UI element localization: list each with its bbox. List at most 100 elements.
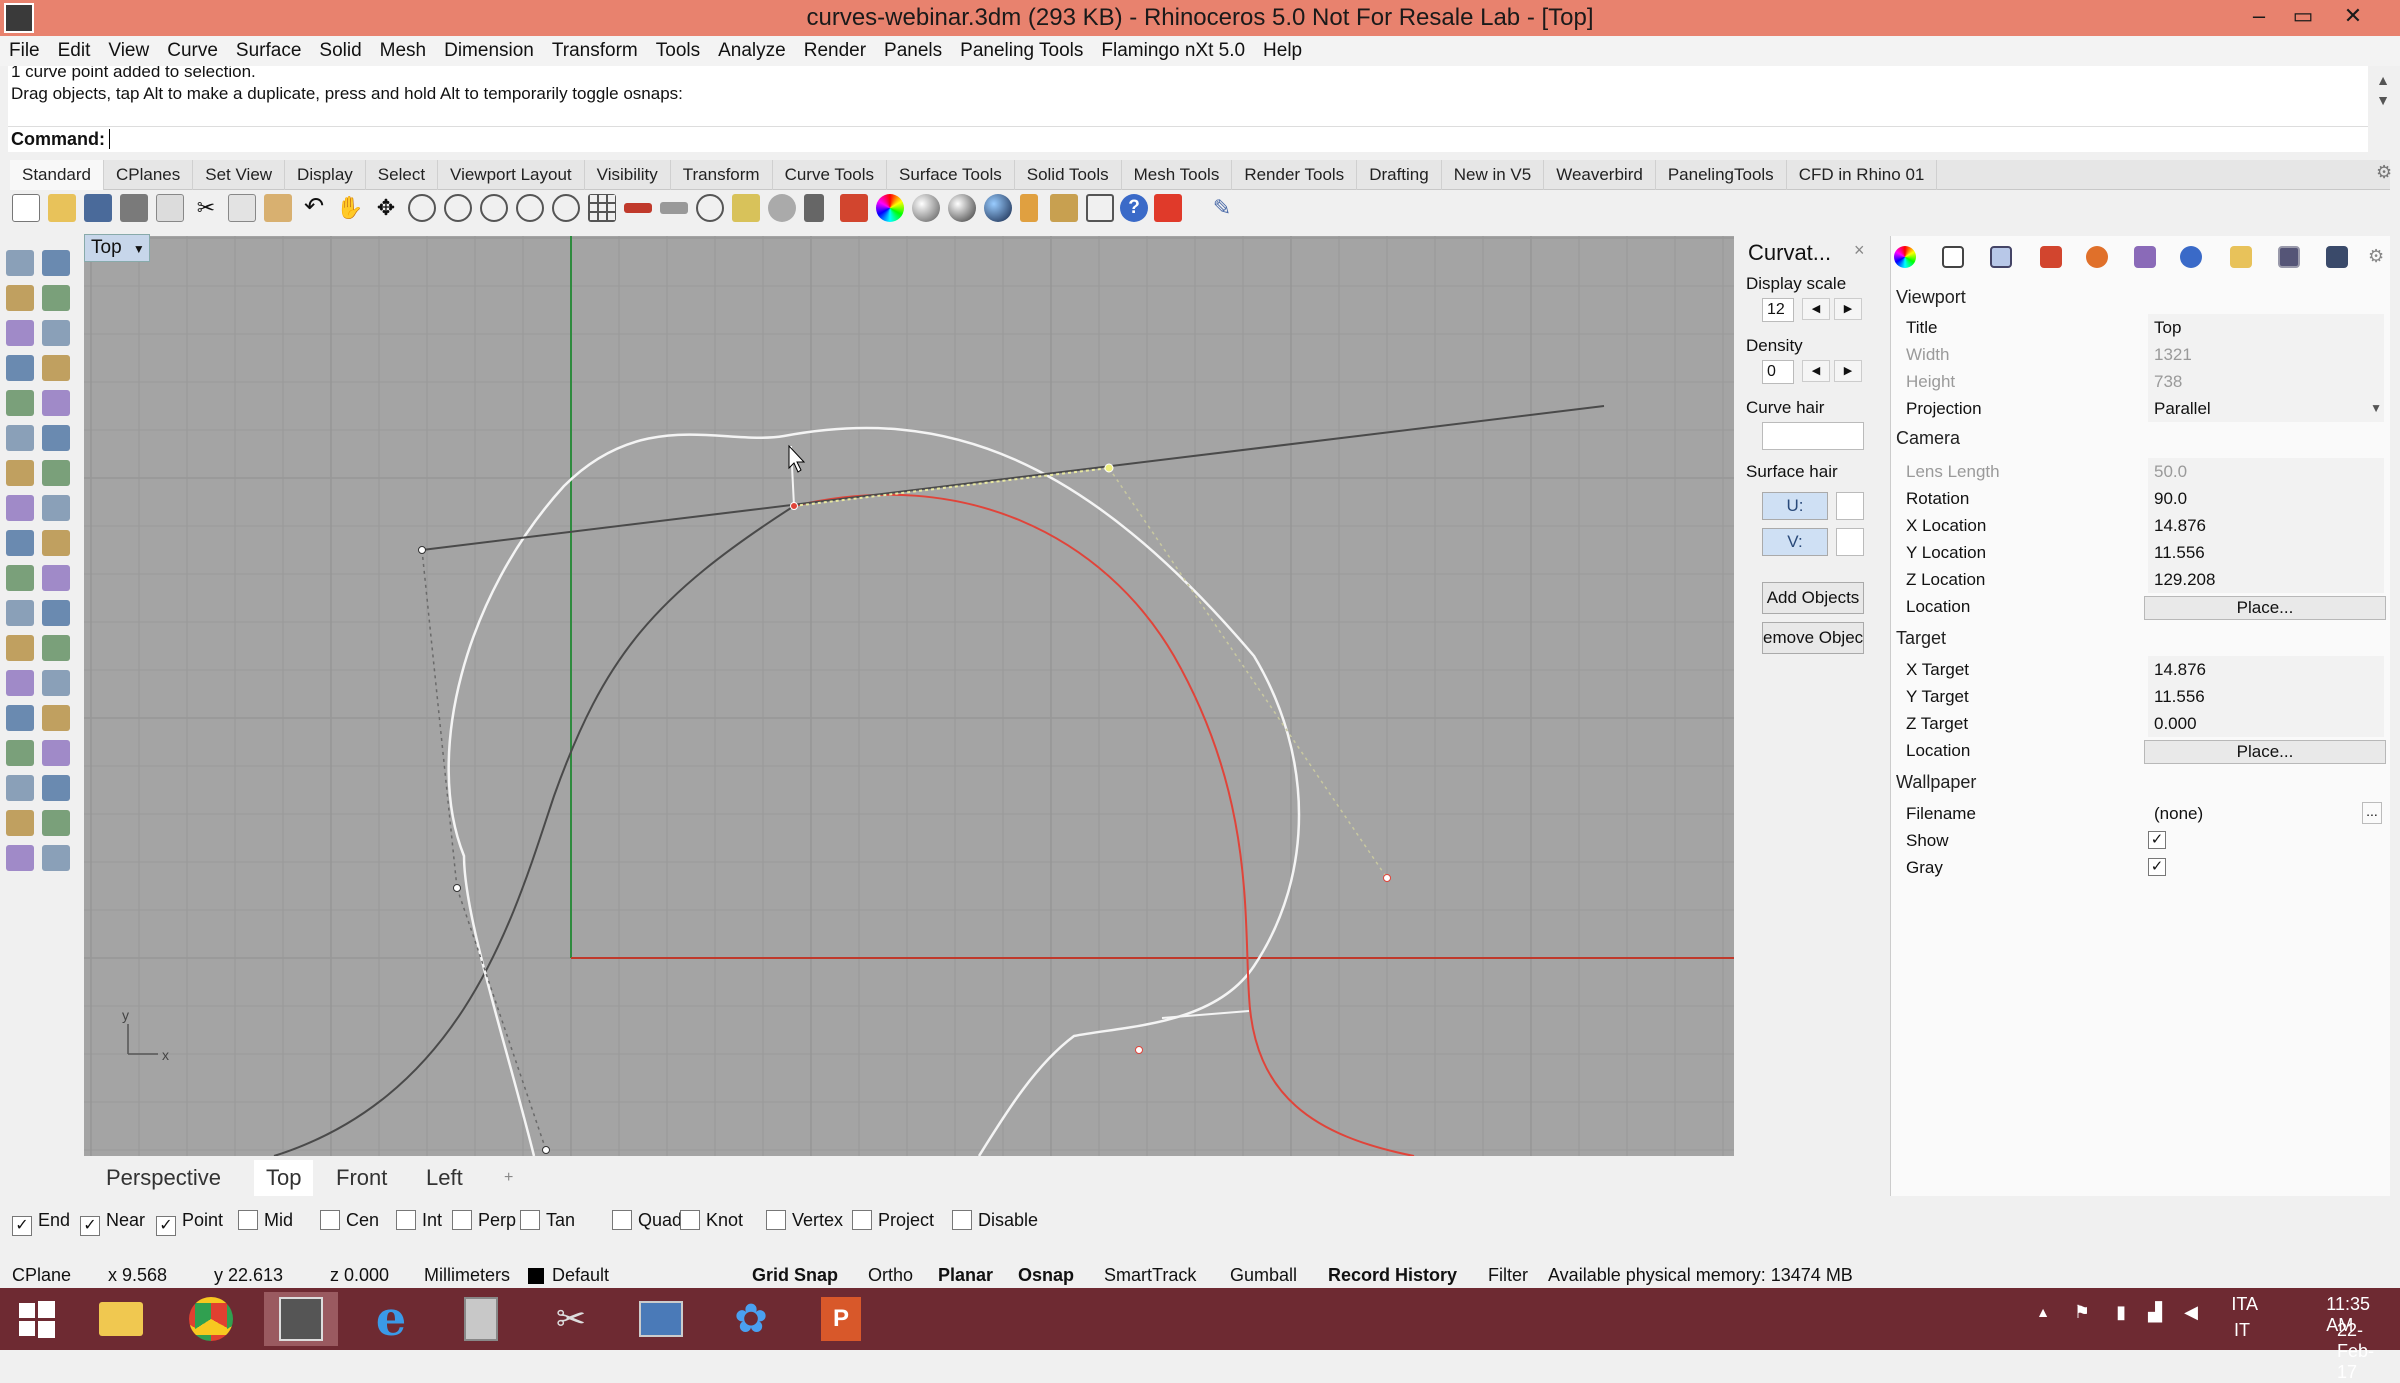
cplane-icon[interactable] [696, 194, 724, 222]
named-views-icon[interactable] [1990, 246, 2012, 268]
stop-icon[interactable] [1154, 194, 1182, 222]
remove-objects-button[interactable]: emove Objec [1762, 622, 1864, 654]
v-hair-swatch[interactable] [1836, 528, 1864, 556]
calculator-icon[interactable] [444, 1292, 518, 1346]
cplane-label[interactable]: CPlane [12, 1262, 71, 1288]
print-icon[interactable] [120, 194, 148, 222]
tool-icon[interactable] [6, 740, 34, 766]
tool-icon[interactable] [42, 565, 70, 591]
close-button[interactable]: ✕ [2330, 0, 2376, 32]
select-all-icon[interactable] [660, 202, 688, 214]
v-hair-button[interactable]: V: [1762, 528, 1828, 556]
battery-icon[interactable]: ▮ [2116, 1302, 2126, 1323]
gear-options-icon[interactable] [1050, 194, 1078, 222]
file-explorer-icon[interactable] [84, 1292, 158, 1346]
undo-view-icon[interactable] [552, 194, 580, 222]
tool-icon[interactable] [6, 845, 34, 871]
paste-icon[interactable] [264, 194, 292, 222]
osnap-checkbox[interactable] [452, 1210, 472, 1230]
tab-mesh-tools[interactable]: Mesh Tools [1122, 160, 1233, 190]
menu-curve[interactable]: Curve [158, 36, 227, 66]
tool-icon[interactable] [42, 460, 70, 486]
tab-select[interactable]: Select [366, 160, 439, 190]
target-place-button[interactable]: Place... [2144, 740, 2386, 764]
tool-icon[interactable] [42, 670, 70, 696]
tool-icon[interactable] [6, 250, 34, 276]
zoom-extents-icon[interactable] [480, 194, 508, 222]
menu-file[interactable]: File [0, 36, 49, 66]
display-icon[interactable] [2326, 246, 2348, 268]
osnap-checkbox[interactable] [852, 1210, 872, 1230]
language-indicator[interactable]: ITA [2231, 1294, 2258, 1315]
tool-icon[interactable] [42, 390, 70, 416]
new-file-icon[interactable] [12, 194, 40, 222]
snipping-tool-icon[interactable]: ✂ [534, 1292, 608, 1346]
tab-render-tools[interactable]: Render Tools [1232, 160, 1358, 190]
tool-icon[interactable] [6, 320, 34, 346]
menu-paneling-tools[interactable]: Paneling Tools [951, 36, 1092, 66]
tab-cplanes[interactable]: CPlanes [104, 160, 194, 190]
materials-icon[interactable] [2040, 246, 2062, 268]
menu-help[interactable]: Help [1254, 36, 1311, 66]
close-icon[interactable]: × [1854, 240, 1865, 261]
grid-icon[interactable] [588, 194, 616, 222]
osnap-checkbox[interactable] [766, 1210, 786, 1230]
rendered-icon[interactable] [948, 194, 976, 222]
osnap-mid[interactable]: Mid [238, 1209, 293, 1231]
tool-icon[interactable] [42, 845, 70, 871]
prop-yloc-row[interactable]: Y Location 11.556 [1896, 539, 2386, 566]
network-icon[interactable]: ▟ [2148, 1302, 2162, 1323]
osnap-checkbox[interactable] [238, 1210, 258, 1230]
planar-toggle[interactable]: Planar [938, 1262, 993, 1288]
osnap-checkbox[interactable]: ✓ [12, 1216, 32, 1236]
viewport-canvas[interactable]: y x [84, 236, 1734, 1156]
command-line[interactable]: Command: [8, 126, 2368, 152]
tool-icon[interactable] [6, 425, 34, 451]
tool-icon[interactable] [42, 810, 70, 836]
rhino-taskbar-icon[interactable] [264, 1292, 338, 1346]
scale-decrease-button[interactable]: ◀ [1802, 298, 1830, 320]
tab-transform[interactable]: Transform [671, 160, 773, 190]
prop-rotation-row[interactable]: Rotation 90.0 [1896, 485, 2386, 512]
curve-hair-swatch[interactable] [1762, 422, 1864, 450]
tab-front[interactable]: Front [324, 1160, 399, 1196]
menu-flamingo[interactable]: Flamingo nXt 5.0 [1092, 36, 1254, 66]
open-icon[interactable] [48, 194, 76, 222]
color-wheel-icon[interactable] [876, 194, 904, 222]
osnap-end[interactable]: ✓ End [12, 1209, 70, 1236]
tool-icon[interactable] [6, 600, 34, 626]
tab-solid-tools[interactable]: Solid Tools [1015, 160, 1122, 190]
tab-drafting[interactable]: Drafting [1357, 160, 1442, 190]
flower-app-icon[interactable]: ✿ [714, 1292, 788, 1346]
flag-icon[interactable]: ⚑ [2074, 1302, 2090, 1323]
tool-icon[interactable] [42, 250, 70, 276]
units-label[interactable]: Millimeters [424, 1262, 510, 1288]
osnap-disable[interactable]: Disable [952, 1209, 1038, 1231]
filter-toggle[interactable]: Filter [1488, 1262, 1528, 1288]
osnap-checkbox[interactable]: ✓ [156, 1216, 176, 1236]
tab-visibility[interactable]: Visibility [585, 160, 671, 190]
add-viewport-tab[interactable]: + [492, 1160, 525, 1196]
tab-standard[interactable]: Standard [10, 160, 104, 190]
filter-icon[interactable] [1020, 194, 1038, 222]
tool-icon[interactable] [42, 425, 70, 451]
tab-panelingtools[interactable]: PanelingTools [1656, 160, 1787, 190]
tool-icon[interactable] [42, 635, 70, 661]
osnap-checkbox[interactable] [320, 1210, 340, 1230]
menu-solid[interactable]: Solid [310, 36, 370, 66]
record-history-toggle[interactable]: Record History [1328, 1262, 1457, 1288]
layers-icon[interactable] [2278, 246, 2300, 268]
menu-analyze[interactable]: Analyze [709, 36, 795, 66]
viewport-properties-icon[interactable] [1942, 246, 1964, 268]
menu-mesh[interactable]: Mesh [371, 36, 435, 66]
tool-icon[interactable] [42, 740, 70, 766]
language-indicator-2[interactable]: IT [2234, 1320, 2250, 1341]
prop-ytarget-row[interactable]: Y Target 11.556 [1896, 683, 2386, 710]
smarttrack-toggle[interactable]: SmartTrack [1104, 1262, 1196, 1288]
menu-dimension[interactable]: Dimension [435, 36, 543, 66]
prop-ztarget-row[interactable]: Z Target 0.000 [1896, 710, 2386, 737]
osnap-checkbox[interactable] [952, 1210, 972, 1230]
osnap-checkbox[interactable] [396, 1210, 416, 1230]
osnap-toggle[interactable]: Osnap [1018, 1262, 1074, 1288]
zoom-icon[interactable] [408, 194, 436, 222]
